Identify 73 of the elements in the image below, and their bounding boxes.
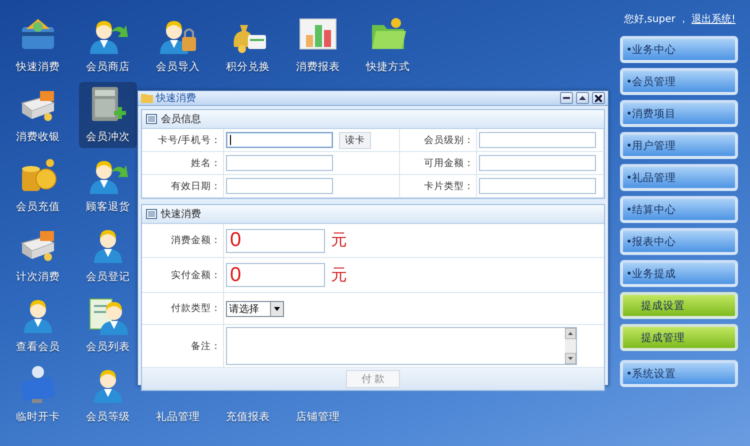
field-label: 姓名： — [191, 156, 221, 170]
input-field[interactable] — [479, 178, 596, 194]
list-icon — [146, 114, 157, 124]
desktop-icon-label[interactable]: 计次消费 — [16, 270, 60, 284]
desktop-icon-label[interactable]: 消费报表 — [296, 60, 340, 74]
field-label: 备注： — [191, 340, 221, 352]
desktop-icon-label[interactable]: 快速消费 — [16, 60, 60, 74]
menu-button[interactable]: •系统设置 — [620, 360, 738, 387]
desktop-icon-label[interactable]: 会员列表 — [86, 340, 130, 354]
desktop-icon-label[interactable]: 会员充值 — [16, 200, 60, 214]
input-field[interactable] — [226, 178, 333, 194]
field-label: 消费金额： — [171, 234, 221, 247]
desktop-icon-label[interactable]: 会员导入 — [156, 60, 200, 74]
dialog-title: 快速消费 — [156, 92, 197, 105]
desktop-icon-label[interactable]: 礼品管理 — [156, 410, 200, 424]
desktop-icon-label[interactable]: 会员冲次 — [86, 130, 130, 144]
field-label: 实付金额： — [171, 268, 221, 282]
amount-field[interactable]: 0 — [226, 263, 325, 287]
field-label: 可用金额： — [424, 156, 474, 170]
desktop-icon-label[interactable]: 会员登记 — [86, 270, 130, 284]
amount-field[interactable]: 0 — [226, 228, 325, 252]
logout-link[interactable]: 退出系统! — [692, 12, 736, 26]
close-icon — [595, 94, 602, 102]
panel-title: 会员信息 — [161, 112, 201, 126]
field-label: 付款类型： — [171, 302, 221, 315]
menu-button[interactable]: •会员管理 — [620, 68, 738, 95]
caret-icon — [274, 306, 280, 310]
desktop-icon-label[interactable]: 积分兑换 — [226, 60, 270, 74]
person-card-icon[interactable] — [18, 365, 58, 405]
payment-type-dropdown[interactable]: 请选择 — [226, 300, 284, 316]
field-label: 会员级别： — [424, 134, 474, 146]
list-icon — [146, 209, 157, 219]
menu-button[interactable]: •结算中心 — [620, 196, 738, 223]
menu-button[interactable]: •报表中心 — [620, 228, 738, 255]
currency-unit: 元 — [331, 230, 347, 251]
menu-button[interactable]: •业务中心 — [620, 36, 738, 63]
field-label: 有效日期： — [171, 180, 221, 192]
input-field[interactable] — [479, 155, 596, 171]
folder-icon — [141, 93, 153, 103]
minimize-icon — [563, 97, 570, 99]
menu-button[interactable]: •用户管理 — [620, 132, 738, 159]
desktop-icon-label[interactable]: 店铺管理 — [296, 410, 340, 424]
maximize-icon — [579, 96, 586, 100]
desktop-icon-label[interactable]: 顾客退货 — [86, 200, 130, 214]
menu-button[interactable]: •业务提成 — [620, 260, 738, 287]
selected-desktop-tile[interactable]: 会员冲次 — [79, 82, 137, 148]
notes-field[interactable] — [226, 327, 577, 365]
pay-button[interactable]: 付 款 — [346, 370, 400, 388]
submenu-button[interactable]: 提成管理 — [620, 324, 738, 351]
desktop-icon-label[interactable]: 查看会员 — [16, 340, 60, 354]
desktop-icon-label[interactable]: 充值报表 — [226, 410, 270, 424]
field-label: 卡片类型： — [424, 180, 474, 192]
menu-button[interactable]: •礼品管理 — [620, 164, 738, 191]
currency-unit: 元 — [331, 264, 347, 286]
desktop-icon-label[interactable]: 会员等级 — [86, 410, 130, 424]
greeting-text: 您好,super ， — [624, 13, 689, 26]
maximize-button[interactable] — [576, 92, 589, 104]
submenu-button[interactable]: 提成设置 — [620, 292, 738, 319]
panel-title: 快速消费 — [161, 208, 201, 221]
scroll-down-icon[interactable] — [565, 353, 576, 364]
field-label: 卡号/手机号： — [158, 134, 221, 146]
input-field[interactable] — [479, 132, 596, 148]
desktop-icon-label[interactable]: 会员商店 — [86, 60, 130, 74]
minimize-button[interactable] — [560, 92, 573, 104]
desktop-icon-label[interactable]: 临时开卡 — [16, 410, 60, 424]
read-card-button[interactable]: 读卡 — [339, 132, 371, 148]
input-field[interactable] — [226, 155, 333, 171]
scroll-up-icon[interactable] — [565, 328, 576, 339]
input-field[interactable] — [226, 132, 333, 148]
desktop-icon-label[interactable]: 快捷方式 — [366, 60, 410, 74]
close-button[interactable] — [592, 92, 605, 104]
desktop-icon-label[interactable]: 消费收银 — [16, 130, 60, 144]
menu-button[interactable]: •消费项目 — [620, 100, 738, 127]
